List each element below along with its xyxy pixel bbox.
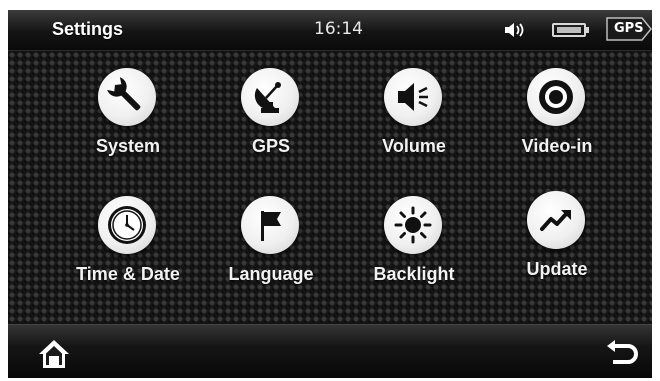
clock-icon	[98, 196, 156, 254]
back-button[interactable]	[604, 337, 640, 371]
tile-video-in[interactable]: Video-in	[487, 58, 627, 178]
tile-label: GPS	[251, 136, 290, 156]
navigation-device-screen: Settings 16:14 GPS System GPS Volume Vid…	[8, 10, 652, 378]
tile-label: Video-in	[521, 136, 593, 156]
flag-icon	[241, 196, 299, 254]
tile-backlight[interactable]: Backlight	[344, 186, 484, 306]
tile-time-date[interactable]: Time & Date	[58, 186, 198, 306]
speaker-icon	[384, 68, 442, 126]
sun-icon	[384, 196, 442, 254]
tile-label: Backlight	[373, 264, 455, 284]
speaker-icon[interactable]	[504, 21, 528, 44]
satellite-dish-icon	[241, 68, 299, 126]
tile-update[interactable]: Update	[487, 181, 627, 301]
video-target-icon	[527, 68, 585, 126]
status-bar: Settings 16:14 GPS	[8, 10, 652, 51]
clock: 16:14	[314, 19, 363, 39]
settings-grid: System GPS Volume Video-in Time & Date L…	[8, 51, 652, 324]
tile-volume[interactable]: Volume	[344, 58, 484, 178]
bottom-bar	[8, 324, 652, 378]
home-icon	[39, 340, 69, 368]
tile-label: Language	[228, 264, 314, 284]
tile-label: Time & Date	[76, 264, 180, 284]
trend-arrow-icon	[527, 191, 585, 249]
tile-system[interactable]: System	[58, 58, 198, 178]
page-title: Settings	[52, 19, 124, 39]
gps-badge-label: GPS	[614, 21, 644, 36]
wrench-icon	[98, 68, 156, 126]
gps-status-badge[interactable]: GPS	[606, 17, 652, 41]
back-arrow-icon	[607, 340, 638, 364]
tile-label: System	[95, 136, 161, 156]
tile-language[interactable]: Language	[201, 186, 341, 306]
battery-icon	[552, 23, 589, 37]
tile-label: Volume	[382, 136, 446, 156]
home-button[interactable]	[36, 337, 72, 371]
tile-label: Update	[526, 259, 588, 279]
tile-gps[interactable]: GPS	[201, 58, 341, 178]
